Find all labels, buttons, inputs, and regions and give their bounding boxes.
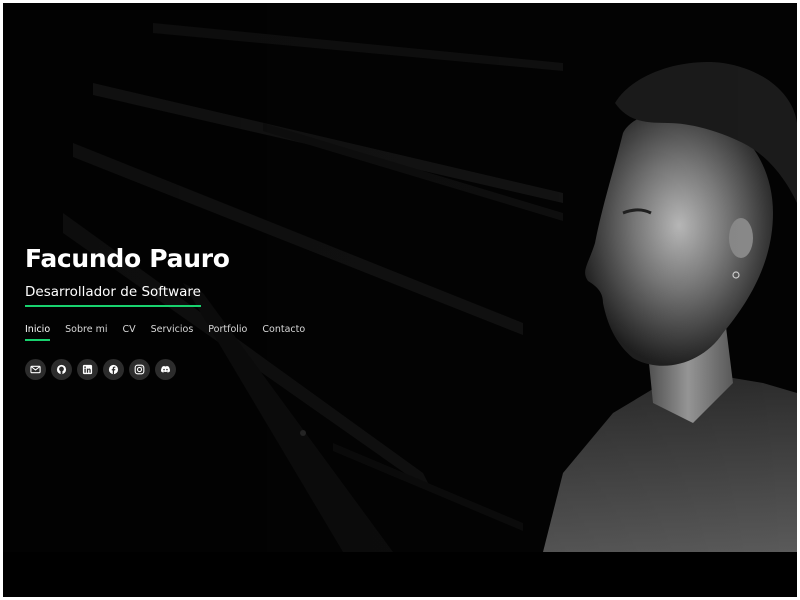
- github-link[interactable]: [51, 359, 72, 380]
- hero-section: Facundo Pauro Desarrollador de Software …: [3, 3, 797, 552]
- github-icon: [56, 364, 67, 375]
- social-links: [25, 359, 445, 380]
- main-nav: Inicio Sobre mi CV Servicios Portfolio C…: [25, 324, 445, 341]
- facebook-link[interactable]: [103, 359, 124, 380]
- linkedin-icon: [82, 364, 93, 375]
- bottom-band: [3, 552, 797, 597]
- nav-item-inicio[interactable]: Inicio: [25, 324, 51, 341]
- discord-link[interactable]: [155, 359, 176, 380]
- nav-item-contacto[interactable]: Contacto: [262, 324, 305, 341]
- nav-item-portfolio[interactable]: Portfolio: [208, 324, 247, 341]
- nav-item-servicios[interactable]: Servicios: [151, 324, 194, 341]
- nav-item-cv[interactable]: CV: [122, 324, 135, 341]
- linkedin-link[interactable]: [77, 359, 98, 380]
- instagram-icon: [134, 364, 145, 375]
- mail-icon: [30, 365, 41, 374]
- page-frame: Facundo Pauro Desarrollador de Software …: [3, 3, 797, 597]
- hero-name: Facundo Pauro: [25, 244, 230, 273]
- subtitle-underline: Desarrollador de Software: [25, 283, 201, 307]
- hero-intro: Facundo Pauro Desarrollador de Software …: [25, 241, 445, 380]
- discord-icon: [160, 365, 171, 373]
- mail-link[interactable]: [25, 359, 46, 380]
- instagram-link[interactable]: [129, 359, 150, 380]
- hero-subtitle: Desarrollador de Software: [25, 284, 201, 300]
- nav-item-sobre-mi[interactable]: Sobre mi: [65, 324, 107, 341]
- facebook-icon: [108, 364, 119, 375]
